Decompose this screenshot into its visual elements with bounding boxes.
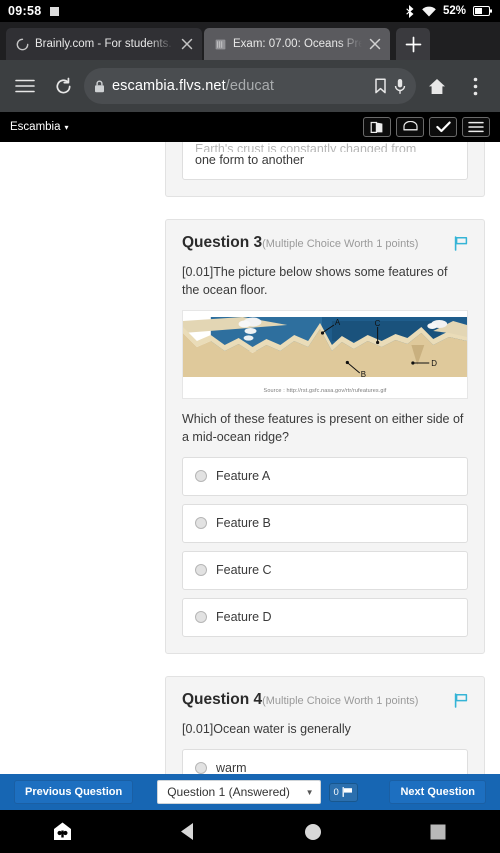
choice-option[interactable]: Feature D [182, 597, 468, 637]
chevron-down-icon: ▾ [64, 122, 69, 132]
question-card-partial: Earth's crust is constantly changed from… [165, 142, 485, 197]
chevron-down-icon: ▼ [305, 787, 314, 797]
flag-icon[interactable] [454, 234, 468, 256]
site-header: Escambia ▾ [0, 112, 500, 142]
ocean-floor-illustration: A C B D [183, 311, 467, 382]
figure-source-caption: Source : http://rst.gsfc.nasa.gov/rtr/ru… [183, 386, 467, 399]
address-bar[interactable]: escambia.flvs.net/educat [84, 68, 416, 104]
bluetooth-icon [406, 4, 414, 18]
browser-tab-0[interactable]: Brainly.com - For students. B [6, 28, 202, 60]
microphone-icon[interactable] [394, 78, 406, 95]
site-brand-label: Escambia [10, 121, 61, 133]
partial-visible-text: one form to another [195, 153, 305, 167]
notification-icon [50, 6, 60, 16]
url-host: escambia.flvs.net [112, 78, 226, 94]
recents-icon[interactable] [375, 824, 500, 840]
choice-label: Feature C [216, 563, 272, 578]
exam-question-list: Earth's crust is constantly changed from… [165, 142, 485, 810]
status-bar-right: 52% [406, 4, 492, 18]
svg-text:B: B [361, 370, 366, 379]
question-3-title: Question 3 [182, 233, 263, 251]
plus-icon [405, 36, 421, 52]
choice-option[interactable]: Feature B [182, 503, 468, 543]
close-icon[interactable] [180, 37, 194, 51]
browser-toolbar: escambia.flvs.net/educat [0, 60, 500, 112]
wifi-icon [422, 6, 436, 16]
question-3-header: Question 3(Multiple Choice Worth 1 point… [182, 234, 468, 256]
reload-icon [55, 77, 71, 93]
question-4-body: [0.01]Ocean water is generally [182, 721, 351, 736]
url-path: /educat [225, 78, 274, 94]
browser-tab-strip: Brainly.com - For students. B Exam: 07.0… [0, 22, 500, 60]
site-header-buttons [363, 117, 490, 137]
question-4-title: Question 4 [182, 690, 263, 708]
close-icon[interactable] [368, 37, 382, 51]
new-tab-button[interactable] [396, 28, 430, 60]
browser-tab-1[interactable]: Exam: 07.00: Oceans Pretest [204, 28, 390, 60]
inbox-icon[interactable] [396, 117, 424, 137]
overflow-menu-icon [473, 77, 477, 95]
choice-option[interactable]: Feature A [182, 456, 468, 496]
question-4-header: Question 4(Multiple Choice Worth 1 point… [182, 691, 468, 713]
choice-label: warm [216, 761, 247, 775]
menu-button[interactable] [6, 66, 44, 106]
address-bar-text: escambia.flvs.net/educat [112, 78, 367, 94]
question-selector-value: Question 1 (Answered) [167, 785, 290, 799]
browser-tab-title: Exam: 07.00: Oceans Pretest [233, 38, 362, 50]
page-content[interactable]: Earth's crust is constantly changed from… [0, 142, 500, 810]
radio-button[interactable] [195, 564, 207, 577]
choice-label: Feature A [216, 469, 271, 484]
reload-button[interactable] [44, 66, 82, 106]
screen: 09:58 52% Brainly.com - For students. B [0, 0, 500, 853]
lock-icon [94, 80, 105, 93]
question-3-prompt: Which of these features is present on ei… [182, 412, 464, 444]
page-icon [215, 39, 226, 49]
question-4-meta: (Multiple Choice Worth 1 points) [262, 694, 419, 707]
hamburger-icon[interactable] [462, 117, 490, 137]
bookmark-icon[interactable] [374, 78, 387, 94]
loading-spinner-icon [16, 38, 29, 50]
android-status-bar: 09:58 52% [0, 0, 500, 22]
battery-icon [473, 6, 492, 16]
svg-text:C: C [375, 319, 381, 328]
check-icon[interactable] [429, 117, 457, 137]
partial-clipped-text: Earth's crust is constantly changed from [195, 142, 417, 152]
flag-count-badge[interactable]: 0 [328, 782, 358, 802]
home-icon [429, 78, 445, 94]
svg-text:D: D [431, 359, 437, 368]
previous-question-button[interactable]: Previous Question [14, 780, 134, 804]
battery-percent-label: 52% [442, 5, 466, 17]
hamburger-menu-icon [15, 79, 35, 93]
android-nav-bar [0, 810, 500, 853]
radio-button[interactable] [195, 762, 207, 774]
choice-label: Feature B [216, 516, 271, 531]
question-card-3: Question 3(Multiple Choice Worth 1 point… [165, 218, 485, 654]
book-icon[interactable] [363, 117, 391, 137]
overflow-menu-button[interactable] [456, 66, 494, 106]
next-question-button[interactable]: Next Question [389, 780, 487, 804]
svg-text:A: A [335, 318, 341, 327]
exam-navigation-bar: Previous Question Question 1 (Answered) … [0, 774, 500, 810]
question-3-body: [0.01]The picture below shows some featu… [182, 264, 448, 297]
status-bar-clock: 09:58 [8, 4, 42, 18]
flag-icon[interactable] [454, 691, 468, 713]
screenshot-icon[interactable] [0, 821, 125, 842]
radio-button[interactable] [195, 611, 207, 624]
home-icon[interactable] [250, 823, 375, 841]
browser-tab-title: Brainly.com - For students. B [35, 38, 174, 50]
site-brand-dropdown[interactable]: Escambia ▾ [10, 121, 69, 133]
radio-button[interactable] [195, 517, 207, 530]
ocean-floor-diagram: A C B D Source : http://rst.gsfc.nasa.go… [182, 310, 468, 400]
question-selector[interactable]: Question 1 (Answered) ▼ [157, 780, 321, 804]
home-button[interactable] [418, 66, 456, 106]
flag-icon [342, 787, 352, 797]
back-icon[interactable] [125, 822, 250, 841]
flag-count-label: 0 [333, 786, 339, 798]
question-3-meta: (Multiple Choice Worth 1 points) [262, 237, 419, 250]
radio-button[interactable] [195, 470, 207, 483]
choice-label: Feature D [216, 610, 272, 625]
choice-option[interactable]: Feature C [182, 550, 468, 590]
